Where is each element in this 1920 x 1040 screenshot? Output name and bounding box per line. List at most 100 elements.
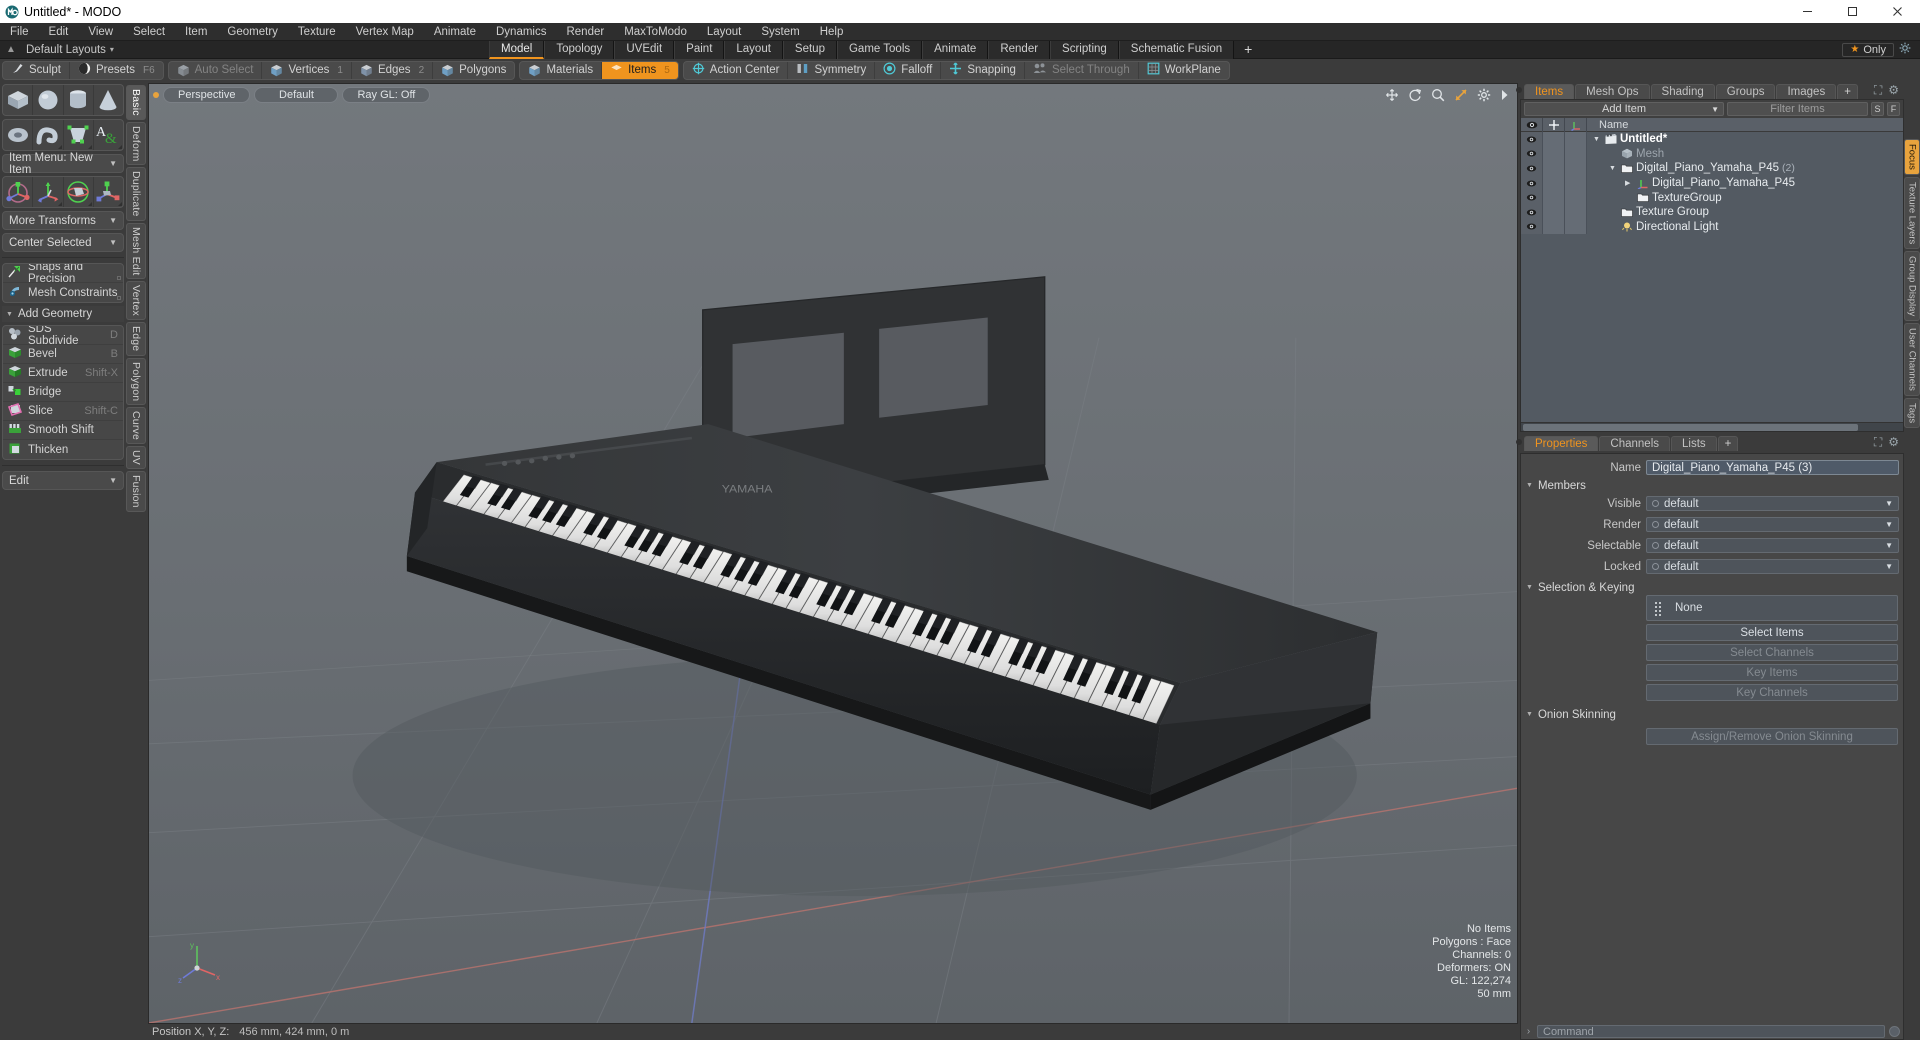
thicken-tool[interactable]: Thicken bbox=[3, 440, 123, 459]
item-name-cell[interactable]: Directional Light bbox=[1587, 220, 1903, 235]
move-lock-cell[interactable] bbox=[1543, 204, 1565, 220]
layout-tab-scripting[interactable]: Scripting bbox=[1050, 41, 1119, 59]
expand-arrow-icon[interactable] bbox=[1500, 89, 1509, 101]
tab-lists[interactable]: Lists bbox=[1671, 436, 1717, 451]
text-button[interactable]: A & bbox=[94, 120, 123, 150]
eye-icon[interactable] bbox=[1521, 161, 1543, 176]
popover-corner[interactable] bbox=[118, 202, 122, 206]
table-row[interactable]: ▼ Untitled* bbox=[1521, 132, 1903, 147]
center-selected-dropdown[interactable]: Center Selected ▼ bbox=[2, 233, 124, 252]
gear-icon[interactable] bbox=[1894, 42, 1916, 57]
move-view-icon[interactable] bbox=[1385, 88, 1399, 102]
table-row[interactable]: Directional Light bbox=[1521, 219, 1903, 235]
auto-select-button[interactable]: Auto Select bbox=[169, 61, 263, 79]
item-name-cell[interactable]: ▼ Untitled* bbox=[1587, 132, 1903, 147]
item-name-cell[interactable]: Texture Group bbox=[1587, 205, 1903, 220]
rotate-button[interactable] bbox=[33, 177, 64, 207]
table-row[interactable]: ▼ Digital_Piano_Yamaha_P45 (2) bbox=[1521, 161, 1903, 176]
vertical-tab-curve[interactable]: Curve bbox=[126, 407, 146, 445]
select-items-button[interactable]: Select Items bbox=[1646, 624, 1898, 641]
zoom-view-icon[interactable] bbox=[1431, 88, 1445, 102]
edit-dropdown[interactable]: Edit ▼ bbox=[2, 471, 124, 490]
more-transforms-dropdown[interactable]: More Transforms ▼ bbox=[2, 211, 124, 230]
name-field[interactable]: Digital_Piano_Yamaha_P45 (3) bbox=[1646, 460, 1899, 475]
raygl-dropdown[interactable]: Ray GL: Off bbox=[342, 87, 431, 103]
bevel-tool[interactable]: Bevel B bbox=[3, 345, 123, 364]
move-lock-cell[interactable] bbox=[1543, 219, 1565, 235]
right-vertical-tab-tags[interactable]: Tags bbox=[1904, 398, 1920, 429]
layout-tab-game-tools[interactable]: Game Tools bbox=[836, 41, 923, 59]
tube-button[interactable] bbox=[33, 120, 64, 150]
mesh-constraints-button[interactable]: Mesh Constraints bbox=[3, 283, 123, 302]
cone-button[interactable] bbox=[94, 85, 123, 115]
tab-properties[interactable]: Properties bbox=[1524, 436, 1599, 451]
items-tree-hscrollbar[interactable] bbox=[1521, 422, 1903, 431]
filter-f-button[interactable]: F bbox=[1887, 102, 1900, 116]
select-channels-button[interactable]: Select Channels bbox=[1646, 644, 1898, 661]
smooth-shift-tool[interactable]: Smooth Shift bbox=[3, 421, 123, 440]
falloff-button[interactable]: Falloff bbox=[875, 61, 942, 79]
right-vertical-tab-texture-layers[interactable]: Texture Layers bbox=[1904, 176, 1920, 250]
eye-icon[interactable] bbox=[1521, 175, 1543, 191]
default-layouts-label[interactable]: Default Layouts bbox=[22, 44, 106, 56]
layout-tab-layout[interactable]: Layout bbox=[724, 41, 783, 59]
item-name-cell[interactable]: ▶ Digital_Piano_Yamaha_P45 bbox=[1587, 176, 1903, 191]
filter-s-button[interactable]: S bbox=[1871, 102, 1884, 116]
axis-cell[interactable] bbox=[1565, 132, 1587, 147]
table-row[interactable]: Mesh bbox=[1521, 146, 1903, 162]
menu-item-edit[interactable]: Edit bbox=[39, 23, 79, 41]
menu-item-dynamics[interactable]: Dynamics bbox=[486, 23, 556, 41]
menu-item-maxtomodo[interactable]: MaxToModo bbox=[614, 23, 697, 41]
members-section-header[interactable]: ▼ Members bbox=[1521, 478, 1903, 493]
move-button[interactable] bbox=[3, 177, 34, 207]
sculpt-button[interactable]: Sculpt bbox=[3, 61, 70, 79]
table-row[interactable]: TextureGroup bbox=[1521, 190, 1903, 205]
tab-items[interactable]: Items bbox=[1524, 84, 1575, 99]
torus-button[interactable] bbox=[3, 120, 34, 150]
axis-cell[interactable] bbox=[1565, 204, 1587, 220]
vertical-tab-polygon[interactable]: Polygon bbox=[126, 357, 146, 406]
tab-mesh-ops[interactable]: Mesh Ops bbox=[1575, 84, 1650, 99]
item-name-cell[interactable]: ▼ Digital_Piano_Yamaha_P45 (2) bbox=[1587, 161, 1903, 176]
eye-icon[interactable] bbox=[1521, 204, 1543, 220]
menu-item-item[interactable]: Item bbox=[175, 23, 217, 41]
vertical-tab-basic[interactable]: Basic bbox=[126, 85, 146, 120]
move-lock-cell[interactable] bbox=[1543, 175, 1565, 191]
item-menu-dropdown[interactable]: Item Menu: New Item ▼ bbox=[2, 152, 124, 176]
layout-tab-topology[interactable]: Topology bbox=[544, 41, 615, 59]
popover-corner[interactable] bbox=[57, 202, 62, 206]
sds-subdivide-tool[interactable]: SDS Subdivide D bbox=[3, 326, 123, 347]
popover-corner[interactable] bbox=[87, 202, 92, 206]
move-lock-cell[interactable] bbox=[1543, 190, 1565, 205]
add-panel-tab-button[interactable]: + bbox=[1837, 84, 1858, 99]
only-toggle[interactable]: ★ Only bbox=[1842, 42, 1894, 57]
scale-button[interactable] bbox=[64, 177, 94, 207]
menu-item-geometry[interactable]: Geometry bbox=[217, 23, 288, 41]
vertical-tab-deform[interactable]: Deform bbox=[126, 121, 146, 166]
vertical-tab-vertex[interactable]: Vertex bbox=[126, 281, 146, 321]
menu-item-render[interactable]: Render bbox=[556, 23, 614, 41]
member-locked-dropdown[interactable]: default ▼ bbox=[1646, 559, 1899, 574]
3d-viewport[interactable]: Perspective Default Ray GL: Off YAMAHA N… bbox=[148, 83, 1518, 1024]
eye-icon[interactable] bbox=[1521, 132, 1543, 147]
vertical-tab-uv[interactable]: UV bbox=[126, 446, 146, 470]
layout-tab-model[interactable]: Model bbox=[489, 41, 545, 59]
command-input[interactable]: Command bbox=[1537, 1025, 1885, 1038]
action-center-button[interactable]: Action Center bbox=[684, 61, 789, 79]
eye-icon[interactable] bbox=[1521, 190, 1543, 205]
axis-icon[interactable] bbox=[1565, 117, 1587, 132]
tab-channels[interactable]: Channels bbox=[1599, 436, 1671, 451]
menu-item-layout[interactable]: Layout bbox=[697, 23, 752, 41]
layout-tab-uvedit[interactable]: UVEdit bbox=[614, 41, 675, 59]
transform-button[interactable] bbox=[94, 177, 123, 207]
table-row[interactable]: Texture Group bbox=[1521, 204, 1903, 220]
extrude-tool[interactable]: Extrude Shift-X bbox=[3, 364, 123, 383]
move-lock-icon[interactable] bbox=[1543, 117, 1565, 132]
layout-tab-animate[interactable]: Animate bbox=[922, 41, 989, 59]
axis-cell[interactable] bbox=[1565, 161, 1587, 176]
eye-icon[interactable] bbox=[1521, 219, 1543, 235]
right-vertical-tab-user-channels[interactable]: User Channels bbox=[1904, 323, 1920, 397]
eye-icon[interactable] bbox=[1521, 117, 1543, 132]
vertical-tab-mesh-edit[interactable]: Mesh Edit bbox=[126, 222, 146, 280]
items-button[interactable]: Items 5 bbox=[602, 61, 678, 79]
